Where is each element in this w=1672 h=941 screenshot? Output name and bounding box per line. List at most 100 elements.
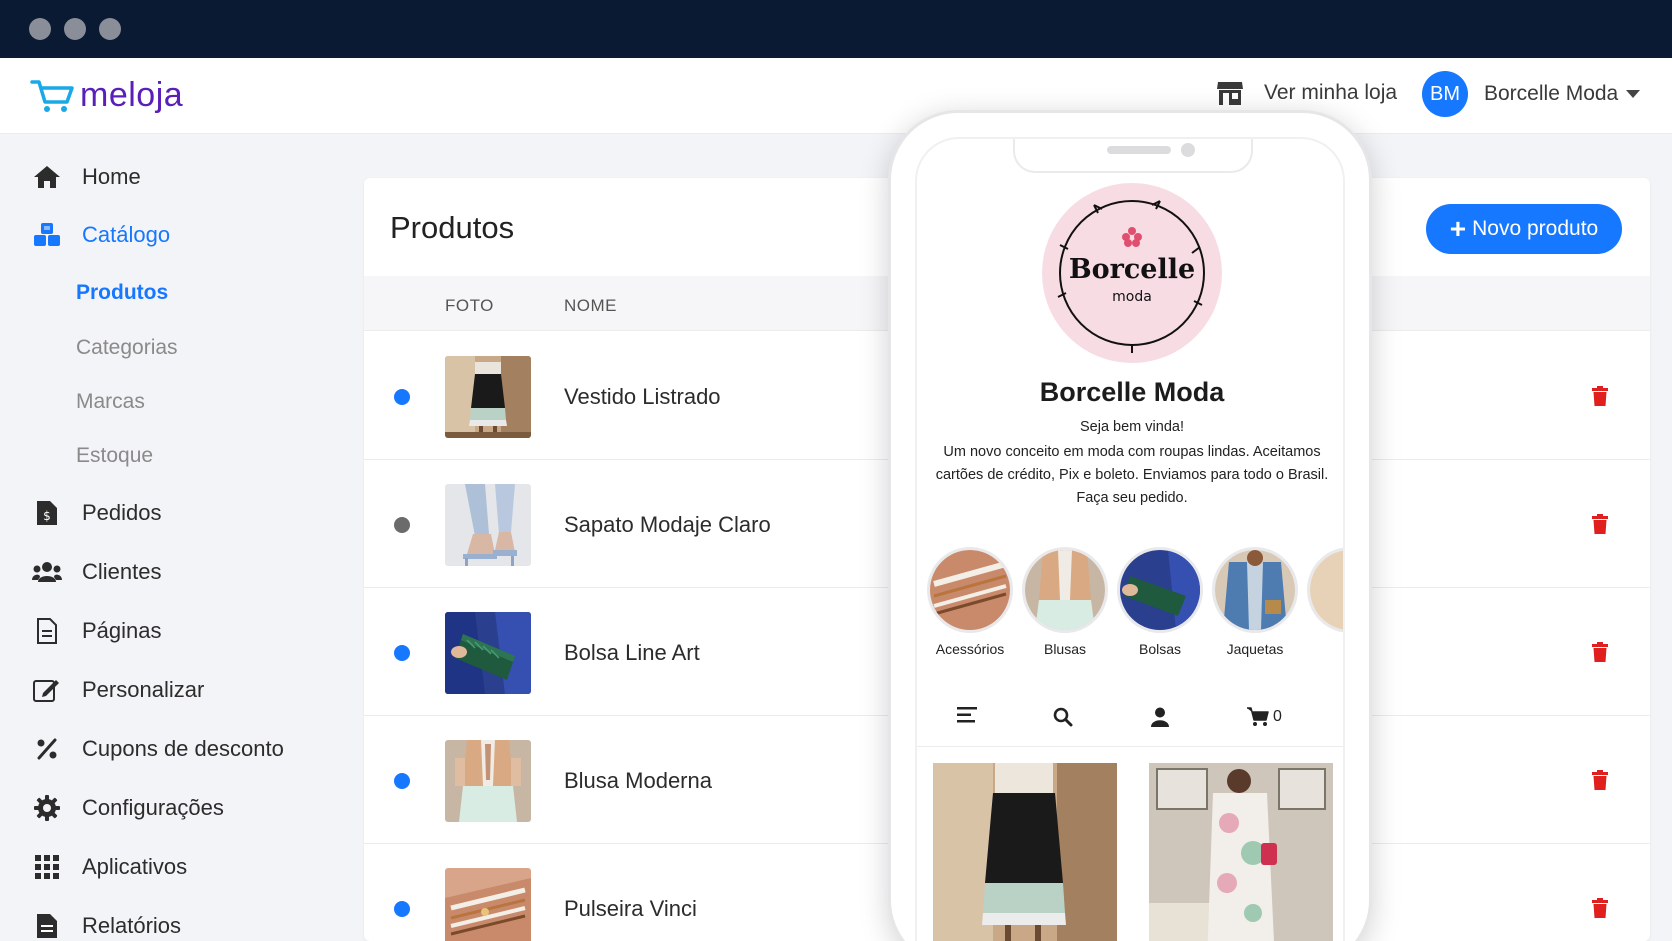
cubes-icon xyxy=(32,220,62,250)
category-image xyxy=(1022,547,1108,633)
sidebar-subitem-produtos[interactable]: Produtos xyxy=(76,281,168,305)
sidebar-item-home[interactable]: Home xyxy=(32,162,141,192)
phone-preview: Borcelle moda Borcelle Moda Seja bem vin… xyxy=(888,110,1372,941)
store-welcome: Seja bem vinda! xyxy=(1080,419,1184,435)
category-more[interactable] xyxy=(1305,547,1343,633)
grid-icon xyxy=(32,852,62,882)
category-label: Jaquetas xyxy=(1226,641,1284,657)
product-name[interactable]: Vestido Listrado xyxy=(564,384,721,410)
sidebar-item-catalogo[interactable]: Catálogo xyxy=(32,220,170,250)
store-description: Um novo conceito em moda com roupas lind… xyxy=(935,444,1329,506)
delete-icon[interactable] xyxy=(1592,386,1608,411)
store-logo: Borcelle moda xyxy=(1042,183,1222,363)
new-product-label: Novo produto xyxy=(1472,217,1599,240)
product-preview-image[interactable] xyxy=(1149,763,1333,941)
sidebar-item-label: Aplicativos xyxy=(82,854,188,879)
delete-icon[interactable] xyxy=(1592,642,1608,667)
edit-icon xyxy=(32,675,62,705)
sidebar-subitem-categorias[interactable]: Categorias xyxy=(76,336,178,360)
sidebar-item-paginas[interactable]: Páginas xyxy=(32,616,162,646)
svg-text:$: $ xyxy=(43,509,51,523)
search-icon[interactable] xyxy=(1053,707,1073,727)
status-dot xyxy=(394,901,410,917)
home-icon xyxy=(32,162,62,192)
phone-speaker xyxy=(1107,146,1171,154)
sidebar-item-personalizar[interactable]: Personalizar xyxy=(32,675,204,705)
sidebar-item-relatorios[interactable]: Relatórios xyxy=(32,911,181,941)
product-name[interactable]: Pulseira Vinci xyxy=(564,896,697,922)
user-name: Borcelle Moda xyxy=(1484,82,1619,105)
product-thumbnail[interactable] xyxy=(445,740,531,822)
sidebar-subitem-marcas[interactable]: Marcas xyxy=(76,390,145,414)
window-control-close[interactable] xyxy=(29,18,51,40)
product-name[interactable]: Sapato Modaje Claro xyxy=(564,512,771,538)
product-name[interactable]: Blusa Moderna xyxy=(564,768,712,794)
window-titlebar xyxy=(0,0,1672,58)
sidebar-item-label: Pedidos xyxy=(82,500,162,525)
chevron-down-icon xyxy=(1626,90,1641,98)
category-acessorios[interactable]: Acessórios xyxy=(925,547,1015,657)
phone-notch xyxy=(1013,139,1253,173)
new-product-button[interactable]: + Novo produto xyxy=(1426,204,1622,254)
sidebar-item-label: Configurações xyxy=(82,795,224,820)
column-header-foto[interactable]: FOTO xyxy=(445,296,494,316)
category-label: Blusas xyxy=(1043,641,1087,657)
product-thumbnail[interactable] xyxy=(445,356,531,438)
status-dot xyxy=(394,773,410,789)
product-thumbnail[interactable] xyxy=(445,612,531,694)
sidebar-subitem-estoque[interactable]: Estoque xyxy=(76,444,153,468)
category-jaquetas[interactable]: Jaquetas xyxy=(1210,547,1300,657)
category-label: Acessórios xyxy=(935,641,1005,657)
product-thumbnail[interactable] xyxy=(445,868,531,941)
category-bolsas[interactable]: Bolsas xyxy=(1115,547,1205,657)
view-store-link[interactable]: Ver minha loja xyxy=(1216,80,1397,106)
sidebar: Home Catálogo Produtos Categorias Marcas… xyxy=(0,134,350,941)
store-icon xyxy=(1217,82,1243,105)
sidebar-item-cupons[interactable]: Cupons de desconto xyxy=(32,734,284,764)
sidebar-item-label: Personalizar xyxy=(82,677,205,702)
category-image xyxy=(1307,547,1343,633)
sidebar-item-label: Clientes xyxy=(82,559,162,584)
cart-button[interactable]: 0 xyxy=(1247,707,1282,727)
status-dot xyxy=(394,389,410,405)
sidebar-item-label: Cupons de desconto xyxy=(82,736,284,761)
sidebar-item-label: Páginas xyxy=(82,618,162,643)
sidebar-item-aplicativos[interactable]: Aplicativos xyxy=(32,852,187,882)
app-logo[interactable]: meloja xyxy=(30,76,183,115)
window-control-minimize[interactable] xyxy=(64,18,86,40)
column-header-nome[interactable]: NOME xyxy=(564,296,617,316)
delete-icon[interactable] xyxy=(1592,514,1608,539)
sidebar-item-configuracoes[interactable]: Configurações xyxy=(32,793,224,823)
user-icon[interactable] xyxy=(1151,707,1169,727)
menu-icon[interactable] xyxy=(957,707,977,723)
category-image xyxy=(1212,547,1298,633)
invoice-icon: $ xyxy=(32,498,62,528)
report-icon xyxy=(32,911,62,941)
delete-icon[interactable] xyxy=(1592,770,1608,795)
view-store-label: Ver minha loja xyxy=(1264,81,1398,104)
category-image xyxy=(1117,547,1203,633)
sidebar-item-clientes[interactable]: Clientes xyxy=(32,557,161,587)
sidebar-item-pedidos[interactable]: $ Pedidos xyxy=(32,498,162,528)
category-image xyxy=(927,547,1013,633)
app-name: meloja xyxy=(80,76,184,114)
category-blusas[interactable]: Blusas xyxy=(1020,547,1110,657)
cart-count: 0 xyxy=(1273,708,1282,725)
cart-logo-icon xyxy=(30,79,74,112)
delete-icon[interactable] xyxy=(1592,898,1608,923)
users-icon xyxy=(32,557,62,587)
file-icon xyxy=(32,616,62,646)
store-name: Borcelle Moda xyxy=(1039,377,1225,407)
product-name[interactable]: Bolsa Line Art xyxy=(564,640,700,666)
window-control-maximize[interactable] xyxy=(99,18,121,40)
sidebar-item-label: Home xyxy=(82,164,141,189)
plus-icon: + xyxy=(1449,213,1467,244)
percent-icon xyxy=(32,734,62,764)
product-preview-image[interactable] xyxy=(933,763,1117,941)
phone-screen: Borcelle moda Borcelle Moda Seja bem vin… xyxy=(915,137,1345,941)
product-thumbnail[interactable] xyxy=(445,484,531,566)
avatar[interactable]: BM xyxy=(1422,71,1468,117)
sidebar-item-label: Relatórios xyxy=(82,913,182,938)
category-label: Bolsas xyxy=(1138,641,1182,657)
user-menu[interactable]: Borcelle Moda xyxy=(1484,82,1641,106)
